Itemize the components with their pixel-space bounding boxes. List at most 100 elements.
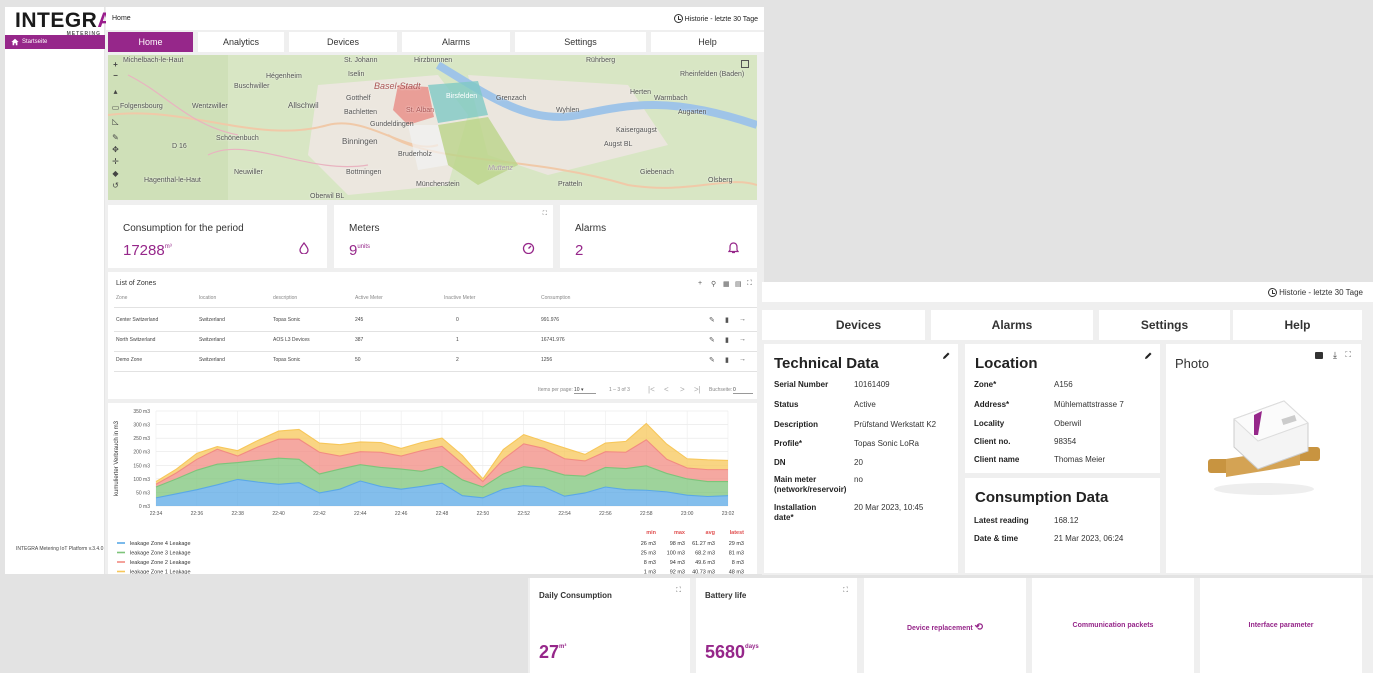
y-tick-label: 350 m3 [133,409,150,415]
arrow-right-icon[interactable]: → [739,356,746,363]
pager-range: 1 – 3 of 3 [609,387,630,393]
field-value: 20 Mar 2023, 10:45 [854,503,924,512]
page-jump-input[interactable]: 0 [733,387,753,394]
kpi-consumption-label: Consumption for the period [123,223,244,234]
water-drop-icon [299,242,309,254]
column-header: description [273,295,298,301]
tab-devices[interactable]: Devices [762,310,925,340]
map-label: Warmbach [654,95,688,102]
delete-icon[interactable]: ▮ [725,356,729,364]
map-label: Rheinfelden (Baden) [680,71,745,78]
tab-help[interactable]: Help [1233,310,1362,340]
tab-home[interactable]: Home [108,32,193,52]
map-label: Münchenstein [416,181,460,188]
first-page-button[interactable]: |< [648,385,655,394]
tab-settings[interactable]: Settings [1099,310,1230,340]
last-page-button[interactable]: >| [694,385,701,394]
zone-active-meters: 245 [355,317,364,323]
next-page-button[interactable]: > [680,385,685,394]
zoom-in-button[interactable]: + [111,60,120,69]
device-bottom-window: Daily Consumption ⛶ 27m³ Battery life ⛶ … [528,578,1373,673]
interface-parameter-card[interactable]: Interface parameter [1200,578,1362,673]
history-label: Historie - letzte 30 Tage [1279,288,1363,297]
kpi-alarms-label: Alarms [575,223,607,234]
consumption-area-chart[interactable]: 0 m3 50 m3 100 m3 150 m3 200 m3 250 m3 300 m3 3… [108,403,757,574]
edit-icon[interactable] [1144,352,1152,360]
map-label: Hagenthal-le-Haut [144,177,201,184]
delete-icon[interactable]: ▮ [725,316,729,324]
search-icon[interactable]: ⚲ [711,280,716,288]
fullscreen-icon[interactable]: ⛶ [747,280,752,288]
communication-packets-card[interactable]: Communication packets [1032,578,1194,673]
draw-rectangle-icon[interactable]: ▭ [111,103,120,112]
kpi-alarms-card: Alarms 2 [560,205,757,268]
device-replacement-card[interactable]: Device replacement ⟲ [864,578,1026,673]
export-icon[interactable]: ▤ [735,280,742,288]
edit-icon[interactable]: ✎ [709,336,715,344]
kpi-consumption-number: 17288 [123,242,165,259]
zoom-out-button[interactable]: − [111,71,120,80]
battery-life-value: 5680days [705,642,759,663]
tab-settings[interactable]: Settings [515,32,646,52]
items-per-page-select[interactable]: 10 ▾ [574,387,596,394]
fullscreen-icon[interactable]: ⛶ [1345,350,1351,360]
zones-table-card: List of Zones + ⚲ ▦ ▤ ⛶ Zone location de… [108,272,757,399]
kpi-consumption-card: Consumption for the period 17288m³ [108,205,327,268]
kpi-consumption-unit: m³ [164,244,172,250]
edit-icon[interactable]: ✎ [709,316,715,324]
history-filter[interactable]: Historie - letzte 30 Tage [1268,288,1363,297]
legend-stat-value: 100 m3 [667,551,685,557]
legend-stat-value: 48 m3 [729,570,744,575]
expand-icon[interactable]: ⛶ [543,211,547,218]
tab-analytics[interactable]: Analytics [198,32,284,52]
add-icon[interactable]: + [698,280,702,287]
device-top-bar: Historie - letzte 30 Tage [762,282,1373,302]
legend-stat-value: 1 m3 [644,570,656,575]
fullscreen-icon[interactable] [741,60,749,68]
draw-polygon-icon[interactable]: ◺ [111,117,120,126]
legend-entry: leakage Zone 3 Leakage [130,551,191,557]
map-label: Allschwil [288,101,319,110]
tab-alarms[interactable]: Alarms [931,310,1093,340]
eraser-icon[interactable]: ◆ [111,169,120,178]
legend-stat-value: 8 m3 [644,560,656,566]
rotate-icon[interactable]: ↺ [111,181,120,190]
camera-icon[interactable] [1315,352,1323,359]
arrow-right-icon[interactable]: → [739,316,746,323]
delete-icon[interactable]: ▮ [725,336,729,344]
zone-location: Switzerland [199,337,225,343]
location-card: Location Zone* A156 Address* Mühlemattst… [965,344,1160,473]
zone-map[interactable]: Michelbach-le-Haut Hégenheim St. Johann … [108,55,757,200]
field-label: Client no. [974,437,1011,446]
tab-help[interactable]: Help [651,32,764,52]
crosshair-icon[interactable]: ✛ [111,157,120,166]
expand-icon[interactable]: ⛶ [843,587,848,595]
battery-life-number: 5680 [705,642,746,662]
battery-life-card: Battery life ⛶ 5680days [696,578,857,673]
x-tick-label: 22:44 [354,511,367,517]
compass-icon[interactable]: ▴ [111,87,120,96]
legend-stat-value: 98 m3 [670,541,685,547]
map-label: Binningen [342,137,378,146]
x-tick-label: 23:00 [681,511,694,517]
history-filter[interactable]: Historie - letzte 30 Tage [673,14,758,23]
tab-alarms[interactable]: Alarms [402,32,510,52]
x-tick-label: 22:40 [272,511,285,517]
pen-icon[interactable]: ✎ [111,133,120,142]
zone-consumption: 991.976 [541,317,560,323]
edit-icon[interactable] [942,352,950,360]
columns-icon[interactable]: ▦ [723,280,730,288]
tab-devices[interactable]: Devices [289,32,397,52]
map-label: Kaisergaugst [616,127,657,134]
x-tick-label: 22:58 [640,511,653,517]
prev-page-button[interactable]: < [664,385,669,394]
expand-icon[interactable]: ⛶ [676,587,681,595]
sidebar-item-startseite[interactable]: Startseite [5,35,105,49]
edit-icon[interactable]: ✎ [709,356,715,364]
field-value: 98354 [1054,437,1077,446]
items-per-page-value: 10 [574,387,580,393]
download-icon[interactable]: ⤓ [1333,350,1337,361]
arrow-right-icon[interactable]: → [739,336,746,343]
move-icon[interactable]: ✥ [111,145,120,154]
field-label: Profile* [774,439,803,448]
